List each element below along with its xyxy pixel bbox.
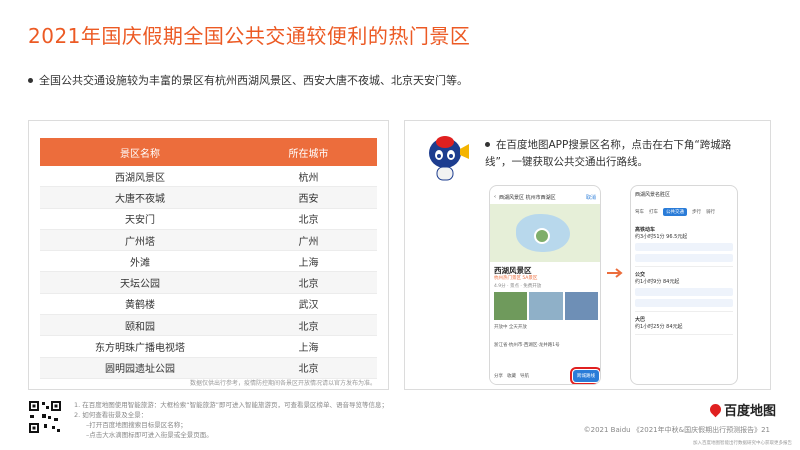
poi-rating: 4.9分 · 景点 · 免费开放	[494, 284, 542, 289]
table-row: 外滩 上海	[40, 251, 377, 273]
page-title: 2021年国庆假期全国公共交通较便利的热门景区	[28, 24, 471, 48]
route-detail: 约1小时25分 84元起	[635, 324, 683, 330]
scenic-name: 外滩	[130, 257, 150, 269]
route-detail: 约1小时9分 84元起	[635, 279, 680, 285]
scenic-name: 广州塔	[125, 236, 155, 248]
tab-bike[interactable]: 骑行	[706, 209, 715, 215]
brand-name: 百度地图	[724, 404, 777, 419]
table-header: 景区名称 所在城市	[40, 138, 377, 166]
city-name: 北京	[298, 279, 319, 291]
tab-walk[interactable]: 步行	[692, 209, 701, 215]
table-row: 广州塔 广州	[40, 229, 377, 252]
table-row: 圆明园遗址公园 北京	[40, 357, 377, 379]
header-city: 所在城市	[288, 148, 329, 160]
cross-city-route-button[interactable]: 跨城路线	[570, 367, 600, 384]
brand-logo: 百度地图	[707, 400, 777, 419]
city-name: 杭州	[298, 172, 319, 184]
scenic-name: 大唐不夜城	[115, 193, 165, 205]
city-name: 北京	[298, 364, 319, 376]
bullet-dot	[28, 77, 33, 83]
mascot-icon	[429, 136, 469, 181]
table-row: 黄鹤楼 武汉	[40, 294, 377, 316]
table-row: 西湖风景区 杭州	[40, 166, 377, 188]
poi-photos[interactable]	[494, 292, 598, 320]
arrow-right-icon	[607, 268, 623, 278]
city-name: 武汉	[298, 300, 319, 312]
city-name: 北京	[298, 321, 319, 333]
tab-taxi[interactable]: 打车	[649, 209, 658, 215]
back-icon[interactable]: ‹	[494, 194, 496, 200]
navigate-button[interactable]: 导航	[520, 373, 529, 379]
route-bar	[635, 254, 733, 262]
list-item[interactable]: 高铁动车 约3小时51分 96.5元起	[635, 222, 733, 267]
summary-bullet: 全国公共交通设施较为丰富的景区有杭州西湖风景区、西安大唐不夜城、北京天安门等。	[28, 72, 468, 88]
bullet-dot	[485, 141, 490, 147]
tab-transit[interactable]: 公共交通	[663, 208, 687, 216]
photo[interactable]	[529, 292, 563, 320]
action-bar: 分享 收藏 导航 跨城路线	[490, 366, 600, 384]
footnote: 1. 在百度地图使用智能旅游：大框检索“智能旅游”即可进入智能旅游页，可查看景区…	[74, 401, 389, 409]
phone-screenshot-route: 西湖风景名胜区 驾车 打车 公共交通 步行 骑行 高铁动车 约3小时51分 96.…	[630, 185, 738, 385]
poi-hours: 开放中 全天开放	[494, 325, 527, 330]
map-pin-icon	[707, 401, 724, 418]
footnote: 2. 如何查看街景及全景：	[74, 411, 148, 419]
tab-drive[interactable]: 驾车	[635, 209, 644, 215]
route-bar	[635, 288, 733, 296]
header-scenic: 景区名称	[120, 148, 160, 160]
list-item[interactable]: 大巴 约1小时25分 84元起	[635, 312, 733, 335]
instruction: 在百度地图APP搜景区名称，点击在右下角“跨城路线”，一键获取公共交通出行路线。	[485, 137, 757, 171]
transport-tabs: 驾车 打车 公共交通 步行 骑行	[635, 208, 733, 216]
table-row: 天坛公园 北京	[40, 272, 377, 294]
report-credit: ©2021 Baidu 《2021年中秋&国庆假期出行预测报告》21	[583, 426, 770, 434]
route-bar	[635, 243, 733, 251]
city-name: 上海	[298, 343, 319, 355]
poi-card: 西湖风景区 杭州热门景区 5A景区 4.9分 · 景点 · 免费开放 开放中 全…	[490, 262, 600, 384]
table-note: 数据仅供出行参考，疫情防控期间各景区开放情况请以官方发布为准。	[189, 380, 376, 387]
photo[interactable]	[564, 292, 598, 320]
search-text: 西湖风景区 杭州市西湖区	[499, 194, 556, 201]
scenic-name: 天坛公园	[120, 279, 160, 291]
summary-text: 全国公共交通设施较为丰富的景区有杭州西湖风景区、西安大唐不夜城、北京天安门等。	[39, 74, 468, 87]
footnote: –打开百度地图搜索目标景区名称；	[86, 421, 187, 429]
instruction-panel: 在百度地图APP搜景区名称，点击在右下角“跨城路线”，一键获取公共交通出行路线。…	[404, 120, 771, 390]
scenic-name: 圆明园遗址公园	[105, 364, 175, 376]
route-detail: 约3小时51分 96.5元起	[635, 234, 688, 240]
scenic-name: 颐和园	[125, 321, 155, 333]
table-row: 东方明珠广播电视塔 上海	[40, 336, 377, 358]
footer-tiny-text: 加入百度地图智能出行数据研究中心获取更多报告	[693, 441, 792, 446]
footnote: –点击大水滴图标即可进入街景或全景页面。	[86, 431, 213, 439]
city-name: 北京	[298, 215, 319, 227]
scenic-name: 黄鹤楼	[125, 300, 155, 312]
scenic-name: 东方明珠广播电视塔	[95, 343, 185, 355]
phone-screenshot-search: ‹ 西湖风景区 杭州市西湖区 取消 西湖风景区 杭州热门景区 5A景区 4.9分…	[489, 185, 601, 385]
table-row: 天安门 北京	[40, 209, 377, 230]
poi-address: 浙江省·杭州市·西湖区·龙井路1号	[494, 343, 560, 348]
city-name: 上海	[298, 257, 319, 269]
favorite-button[interactable]: 收藏	[507, 373, 516, 379]
qr-code-icon	[28, 400, 62, 434]
route-destination: 西湖风景名胜区	[635, 192, 671, 198]
photo[interactable]	[494, 292, 528, 320]
route-list: 高铁动车 约3小时51分 96.5元起 公交 约1小时9分 84元起 大巴 约1小时2…	[635, 222, 733, 335]
map-view[interactable]	[490, 204, 600, 262]
location-pin-icon[interactable]	[534, 228, 550, 244]
search-bar[interactable]: ‹ 西湖风景区 杭州市西湖区 取消	[494, 191, 596, 203]
instruction-text: 在百度地图APP搜景区名称，点击在右下角“跨城路线”，一键获取公共交通出行路线。	[485, 139, 732, 168]
city-name: 西安	[298, 193, 319, 205]
table-row: 颐和园 北京	[40, 315, 377, 337]
scenic-table-panel: 景区名称 所在城市 西湖风景区 杭州 大唐不夜城 西安 天安门 北京 广州塔 广州 外滩…	[28, 120, 389, 390]
share-button[interactable]: 分享	[494, 373, 503, 379]
table-row: 大唐不夜城 西安	[40, 187, 377, 209]
poi-tag: 杭州热门景区 5A景区	[494, 276, 538, 281]
scenic-name: 西湖风景区	[115, 172, 165, 184]
footnotes: 1. 在百度地图使用智能旅游：大框检索“智能旅游”即可进入智能旅游页，可查看景区…	[74, 400, 388, 440]
scenic-table: 景区名称 所在城市 西湖风景区 杭州 大唐不夜城 西安 天安门 北京 广州塔 广州 外滩…	[40, 138, 377, 379]
cancel-button[interactable]: 取消	[586, 194, 596, 201]
city-name: 广州	[298, 236, 319, 248]
scenic-name: 天安门	[125, 215, 155, 227]
list-item[interactable]: 公交 约1小时9分 84元起	[635, 267, 733, 312]
route-bar	[635, 299, 733, 307]
